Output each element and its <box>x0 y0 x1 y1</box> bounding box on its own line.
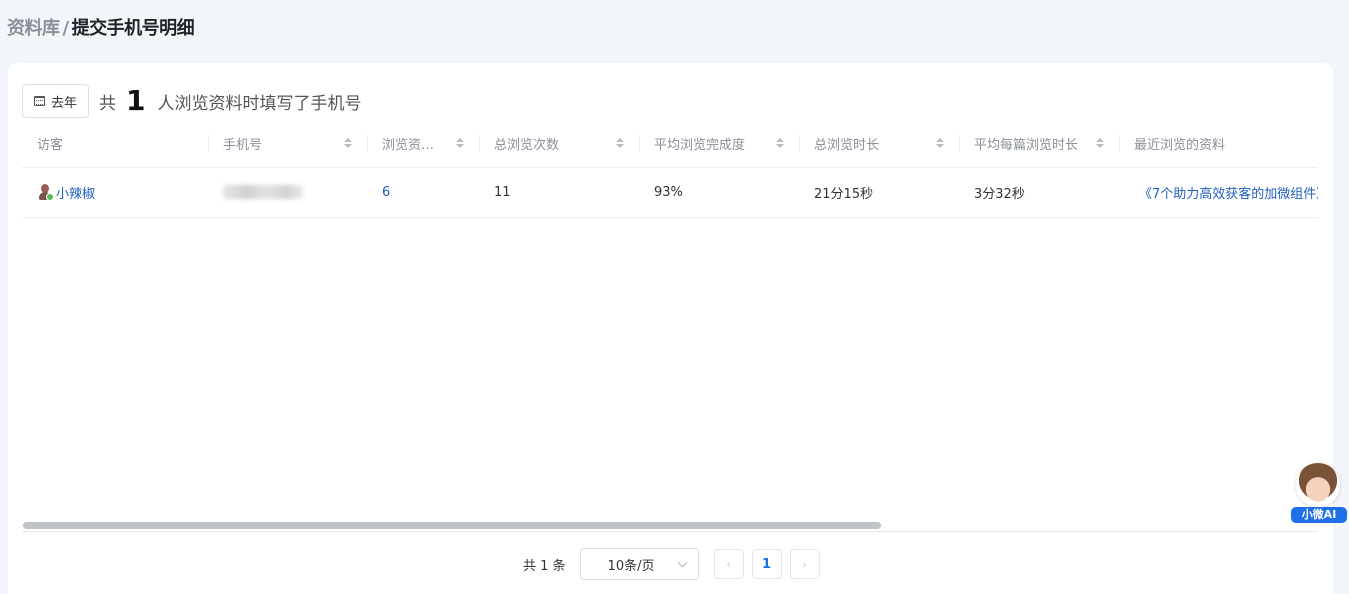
column-label: 总浏览次数 <box>494 137 560 153</box>
chevron-left-icon: ‹ <box>726 557 731 571</box>
chevron-right-icon: › <box>802 557 807 571</box>
column-header-avg-completion[interactable]: 平均浏览完成度 <box>639 120 799 168</box>
avatar <box>37 183 55 201</box>
ai-assistant-widget[interactable]: 小微AI <box>1291 463 1349 525</box>
column-label: 平均浏览完成度 <box>654 137 746 153</box>
content-card: 去年 共 1 人浏览资料时填写了手机号 访客 手机号 浏览资… 总浏览次数 平均… <box>8 63 1333 594</box>
summary-count: 1 <box>126 84 146 117</box>
cell-docs-viewed: 6 <box>367 167 479 218</box>
column-header-docs-viewed[interactable]: 浏览资… <box>367 120 479 168</box>
cell-avg-completion: 93% <box>639 167 799 218</box>
cell-visitor: 小辣椒 <box>22 167 208 218</box>
column-divider <box>479 135 480 152</box>
ai-assistant-label: 小微AI <box>1291 507 1347 523</box>
sort-icon[interactable] <box>456 138 464 149</box>
summary-text: 共 1 人浏览资料时填写了手机号 <box>99 87 361 115</box>
column-divider <box>367 135 368 152</box>
chevron-down-icon <box>677 557 687 567</box>
column-label: 浏览资… <box>382 137 435 153</box>
column-header-avg-duration[interactable]: 平均每篇浏览时长 <box>959 120 1119 168</box>
divider <box>22 531 1318 532</box>
next-page-button[interactable]: › <box>789 549 820 579</box>
recent-doc-link[interactable]: 《7个助力高效获客的加微组件》 <box>1139 187 1318 202</box>
page-number-button[interactable]: 1 <box>751 549 782 579</box>
column-header-total-views[interactable]: 总浏览次数 <box>479 120 639 168</box>
date-filter-label: 去年 <box>51 95 78 111</box>
sort-icon[interactable] <box>936 138 944 149</box>
column-label: 最近浏览的资料 <box>1134 137 1226 153</box>
visitor-table: 访客 手机号 浏览资… 总浏览次数 平均浏览完成度 总浏览时长 平均每篇浏览时长… <box>22 120 1318 218</box>
column-label: 访客 <box>37 137 64 153</box>
column-divider <box>1119 135 1120 152</box>
column-label: 平均每篇浏览时长 <box>974 137 1079 153</box>
column-divider <box>208 135 209 152</box>
page-size-select[interactable]: 10条/页 <box>579 548 699 580</box>
cell-phone <box>208 167 367 218</box>
column-header-total-duration[interactable]: 总浏览时长 <box>799 120 959 168</box>
toolbar: 去年 共 1 人浏览资料时填写了手机号 <box>22 84 362 118</box>
table-row: 小辣椒 6 11 93% 21分15秒 3分32秒 《7个助力高效获客的加微组件… <box>22 167 1318 218</box>
breadcrumb-separator: / <box>62 18 70 39</box>
prev-page-button[interactable]: ‹ <box>713 549 744 579</box>
sort-icon[interactable] <box>1096 138 1104 149</box>
visitor-name-link[interactable]: 小辣椒 <box>56 183 95 202</box>
column-divider <box>959 135 960 152</box>
docs-viewed-link[interactable]: 6 <box>382 185 390 200</box>
breadcrumb: 资料库 / 提交手机号明细 <box>7 14 195 40</box>
column-divider <box>639 135 640 152</box>
cell-total-views: 11 <box>479 167 639 218</box>
pagination: 共 1 条 10条/页 ‹ 1 › <box>523 548 820 580</box>
column-label: 总浏览时长 <box>814 137 880 153</box>
page-title: 提交手机号明细 <box>71 18 195 39</box>
column-header-recent-doc: 最近浏览的资料 <box>1119 120 1318 168</box>
sort-icon[interactable] <box>776 138 784 149</box>
column-header-visitor: 访客 <box>22 120 208 168</box>
sort-icon[interactable] <box>616 138 624 149</box>
cell-recent-doc: 《7个助力高效获客的加微组件》 <box>1119 167 1318 218</box>
column-label: 手机号 <box>223 137 263 153</box>
column-header-phone[interactable]: 手机号 <box>208 120 367 168</box>
cell-total-duration: 21分15秒 <box>799 167 959 218</box>
summary-suffix: 人浏览资料时填写了手机号 <box>157 93 362 114</box>
horizontal-scrollbar[interactable] <box>23 522 881 529</box>
phone-masked-value <box>223 185 303 199</box>
sort-icon[interactable] <box>344 138 352 149</box>
cell-avg-duration: 3分32秒 <box>959 167 1119 218</box>
column-divider <box>799 135 800 152</box>
date-filter-button[interactable]: 去年 <box>22 84 90 118</box>
page-size-value: 10条/页 <box>607 558 655 574</box>
summary-prefix: 共 <box>99 93 117 114</box>
calendar-icon <box>34 96 45 106</box>
breadcrumb-root-link[interactable]: 资料库 <box>7 18 60 39</box>
pagination-total: 共 1 条 <box>523 558 566 574</box>
ai-avatar-icon <box>1296 463 1340 507</box>
table-header-row: 访客 手机号 浏览资… 总浏览次数 平均浏览完成度 总浏览时长 平均每篇浏览时长… <box>22 120 1318 168</box>
